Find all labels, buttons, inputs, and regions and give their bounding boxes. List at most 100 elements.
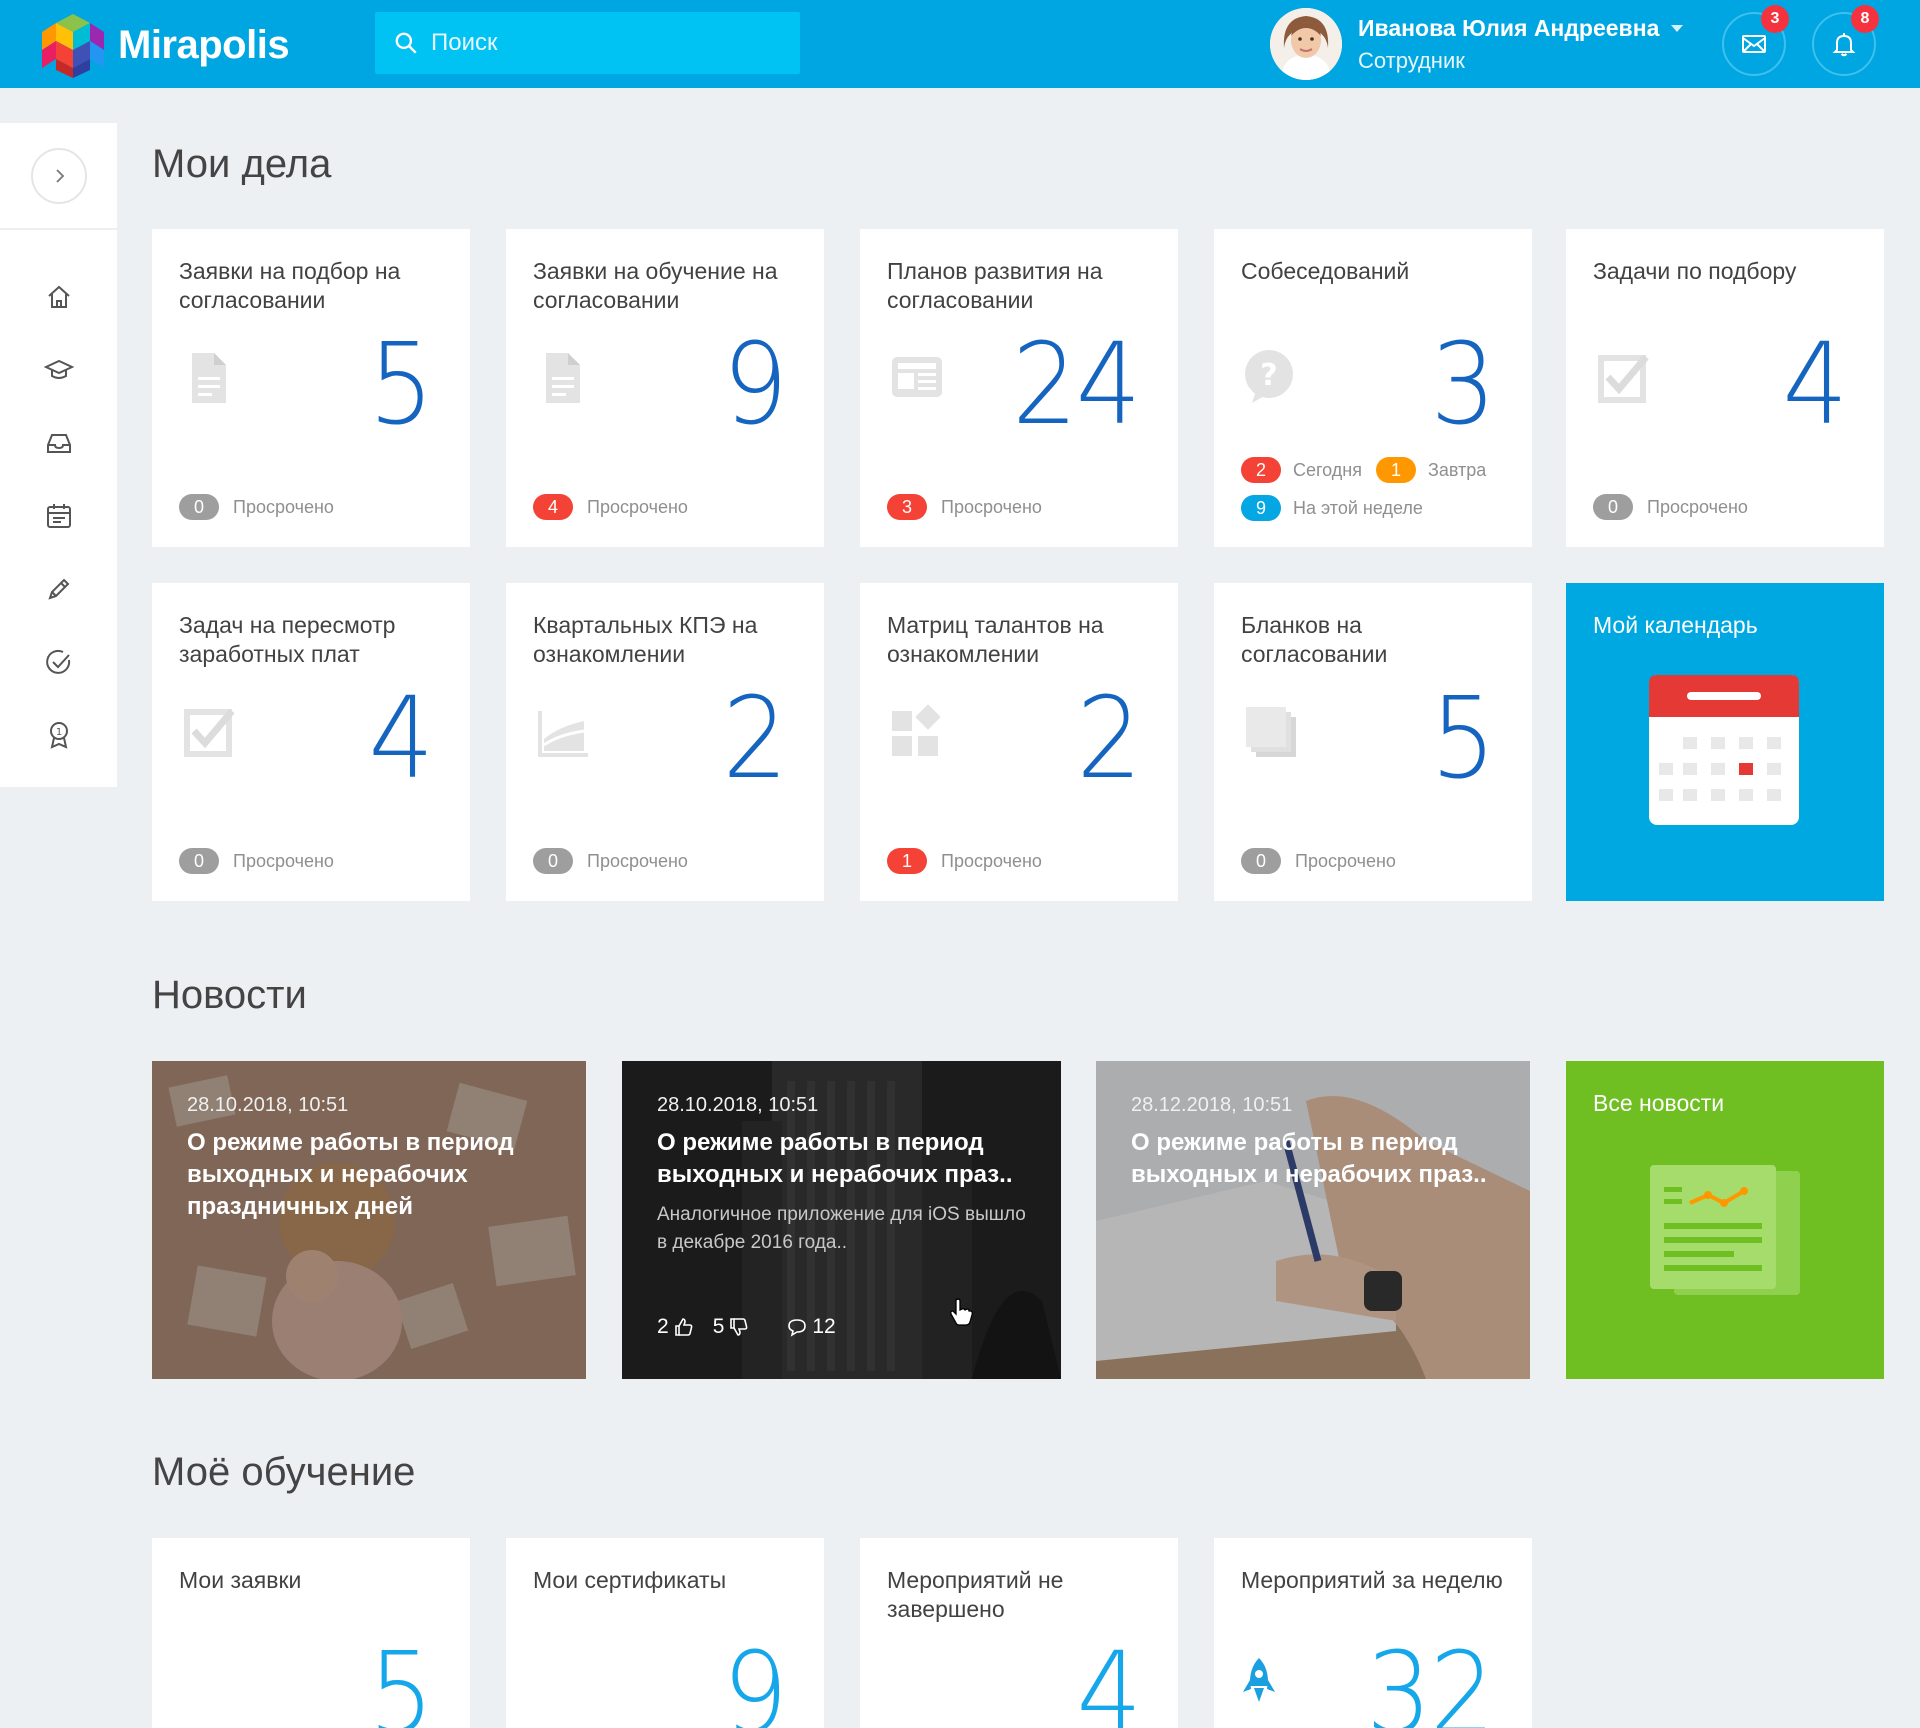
tile-title: Мои заявки [179, 1567, 302, 1593]
sidebar-item-learning[interactable] [0, 333, 117, 406]
copy-stack-icon [1246, 707, 1296, 757]
all-news-tile[interactable]: Все новости [1566, 1061, 1884, 1379]
mail-icon [1742, 35, 1766, 53]
section-title-my-tasks: Мои дела [152, 142, 332, 186]
my-calendar-tile[interactable]: Мой календарь [1566, 583, 1884, 901]
overdue-status: 1 Просрочено [887, 848, 1042, 874]
user-role: Сотрудник [1358, 47, 1465, 73]
overdue-status: 0 Просрочено [533, 848, 688, 874]
tile-title: Задач на пересмотр заработных плат [179, 612, 396, 667]
sidebar-item-achievements[interactable]: 1 [0, 698, 117, 771]
likes-count: 2 [657, 1315, 669, 1338]
task-tile-recruitment-tasks[interactable]: Задачи по подбору 4 0 Просрочено [1566, 229, 1884, 547]
tile-title: Матриц талантов на ознакомлении [887, 612, 1104, 667]
tile-title: Планов развития на согласовании [887, 258, 1103, 313]
overdue-label: Просрочено [233, 850, 334, 871]
news-title: О режиме работы в период выходных и нера… [187, 1129, 514, 1220]
tile-count: 5 [368, 320, 434, 450]
overdue-count: 1 [887, 848, 927, 874]
tile-count: 4 [368, 674, 434, 804]
section-title-news: Новости [152, 973, 307, 1017]
task-tile-talent-matrix[interactable]: Матриц талантов на ознакомлении 2 1 Проср… [860, 583, 1178, 901]
news-card[interactable]: 28.12.2018, 10:51 О режиме работы в пери… [1096, 1061, 1530, 1379]
chevron-down-icon [1671, 24, 1684, 32]
task-tile-recruitment-requests[interactable]: Заявки на подбор на согласовании 5 0 Прос… [152, 229, 470, 547]
grid-icon [892, 704, 941, 756]
sidebar-item-home[interactable] [0, 260, 117, 333]
sidebar-item-calendar[interactable] [0, 479, 117, 552]
overdue-label: Просрочено [233, 496, 334, 517]
interview-schedule-line: 2 Сегодня 1 Завтра [1241, 457, 1486, 483]
task-tile-interviews[interactable]: Собеседований ? 3 2 Сегодня 1 Завтра 9 На э… [1214, 229, 1532, 547]
newspaper-icon [892, 357, 942, 397]
learning-tile-weekly-events[interactable]: Мероприятий за неделю 32 [1214, 1538, 1532, 1728]
overdue-label: Просрочено [587, 850, 688, 871]
sidebar-item-tasks[interactable] [0, 625, 117, 698]
award-icon: 1 [49, 721, 68, 749]
tile-count: 4 [1076, 1629, 1142, 1728]
overdue-count: 0 [179, 494, 219, 520]
tile-count: 3 [1430, 320, 1496, 450]
tile-count: 5 [1430, 674, 1496, 804]
news-card[interactable]: 28.10.2018, 10:51 О режиме работы в пери… [152, 1061, 586, 1379]
task-tile-quarterly-kpi[interactable]: Квартальных КПЭ на ознакомлении 2 0 Проср… [506, 583, 824, 901]
task-tile-forms[interactable]: Бланков на согласовании 5 0 Просрочено [1214, 583, 1532, 901]
comments[interactable]: 12 [786, 1315, 836, 1339]
overdue-count: 0 [1241, 848, 1281, 874]
news-card[interactable]: 28.10.2018, 10:51 О режиме работы в пери… [622, 1061, 1061, 1379]
task-tile-training-requests[interactable]: Заявки на обучение на согласовании 9 4 Пр… [506, 229, 824, 547]
overdue-label: Просрочено [587, 496, 688, 517]
overdue-label: Просрочено [1647, 496, 1748, 517]
logo-cube-icon [42, 14, 104, 78]
notifications-button[interactable]: 8 [1812, 5, 1879, 76]
tile-title: Мои сертификаты [533, 1567, 727, 1593]
user-menu[interactable]: Иванова Юлия Андреевна Сотрудник [1270, 8, 1684, 80]
overdue-status: 0 Просрочено [1593, 494, 1748, 520]
hand-cursor-icon [950, 1298, 973, 1326]
inbox-icon [46, 433, 71, 453]
overdue-label: Просрочено [1295, 850, 1396, 871]
learning-tile-my-requests[interactable]: Мои заявки 5 [152, 1538, 470, 1728]
avatar[interactable] [1270, 8, 1342, 80]
newspaper-chart-icon [1650, 1165, 1800, 1295]
bell-icon [1832, 33, 1856, 57]
dislikes[interactable]: 5 [713, 1315, 751, 1339]
tile-title: Задачи по подбору [1593, 258, 1797, 284]
tomorrow-count: 1 [1376, 457, 1416, 483]
news-date: 28.10.2018, 10:51 [657, 1094, 819, 1116]
logo[interactable]: Mirapolis [40, 10, 290, 80]
avatar-photo [1270, 8, 1342, 80]
overdue-count: 0 [1593, 494, 1633, 520]
rocket-icon [1243, 1658, 1275, 1702]
section-title-my-learning: Моё обучение [152, 1450, 416, 1494]
tile-title: Мой календарь [1593, 612, 1758, 638]
thumbs-up-icon [674, 1318, 693, 1336]
tile-count: 24 [1012, 320, 1142, 450]
learning-tile-unfinished-events[interactable]: Мероприятий не завершено 4 [860, 1538, 1178, 1728]
likes[interactable]: 2 [657, 1315, 695, 1339]
svg-text:?: ? [1260, 358, 1277, 393]
task-tile-salary-review[interactable]: Задач на пересмотр заработных плат 4 0 Пр… [152, 583, 470, 901]
news-date: 28.10.2018, 10:51 [187, 1094, 349, 1116]
search-box[interactable] [375, 12, 800, 74]
sidebar-expand-button[interactable] [30, 147, 87, 204]
thumbs-down-icon [730, 1318, 748, 1336]
graduation-cap-icon [43, 359, 74, 379]
overdue-count: 4 [533, 494, 573, 520]
dislikes-count: 5 [712, 1315, 725, 1338]
messages-button[interactable]: 3 [1722, 5, 1789, 76]
sidebar-item-edit[interactable] [0, 552, 117, 625]
overdue-label: Просрочено [941, 850, 1042, 871]
calendar-icon [46, 503, 71, 528]
comment-icon [788, 1319, 807, 1337]
tile-count: 2 [722, 674, 788, 804]
search-input[interactable] [431, 29, 791, 57]
news-title: О режиме работы в период выходных и нера… [1131, 1129, 1487, 1188]
tile-title: Заявки на подбор на согласовании [179, 258, 401, 313]
sidebar: 1 [0, 123, 117, 787]
svg-text:1: 1 [55, 727, 61, 738]
learning-tile-my-certificates[interactable]: Мои сертификаты 9 [506, 1538, 824, 1728]
area-chart-icon [538, 711, 588, 757]
task-tile-development-plans[interactable]: Планов развития на согласовании 24 3 Прос… [860, 229, 1178, 547]
sidebar-item-inbox[interactable] [0, 406, 117, 479]
